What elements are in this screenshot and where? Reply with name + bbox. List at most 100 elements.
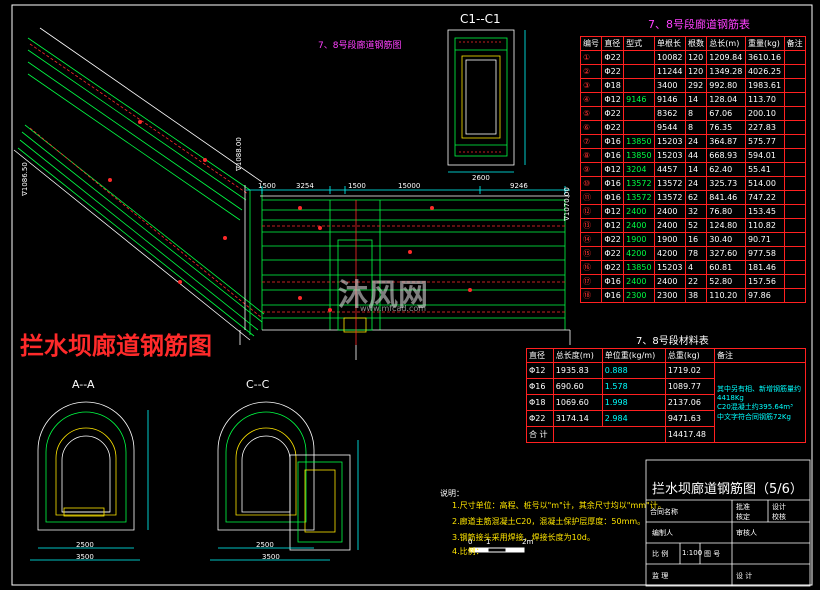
rebar-cell: Φ22 [601, 246, 625, 261]
material-table: 直径 总长度(m) 单位重(kg/m) 总重(kg) 备注 Φ12 1935.83 0.88… [526, 348, 806, 443]
rebar-cell: 594.01 [744, 148, 785, 163]
rebar-row: ⑰ Φ16 2400 2400 22 52.80 157.56 [579, 274, 807, 289]
rebar-cell: 13572 [654, 190, 686, 205]
rebar-cell: 38 [684, 288, 708, 303]
scale-mark-2: 2m [522, 538, 534, 546]
material-cell: 690.60 [552, 378, 603, 395]
rebar-cell: 3610.16 [744, 50, 785, 65]
rebar-cell: 3204 [623, 162, 656, 177]
rebar-cell: 13572 [623, 176, 656, 191]
tb-author: 编制人 [652, 529, 673, 537]
elev-left: ∇1086.50 [20, 162, 29, 196]
material-remark-line: 中文字符合同钢筋72Kg [717, 412, 791, 421]
rebar-cell: 2400 [623, 204, 656, 219]
rebar-cell: 4457 [654, 162, 686, 177]
material-cell: 1719.02 [664, 362, 716, 379]
rebar-cell: 841.46 [706, 190, 746, 205]
rebar-remark-cell [783, 50, 807, 65]
rebar-cell: ⑬ [579, 218, 603, 233]
c-inner-dim: 2500 [256, 541, 274, 549]
rebar-cell: 292 [684, 78, 708, 93]
dim-2: 3254 [296, 182, 314, 190]
rebar-cell: 2400 [623, 218, 656, 233]
rebar-row: ② Φ22 11244 120 1349.28 4026.25 [579, 64, 807, 79]
rebar-row: ⑩ Φ16 13572 13572 24 325.73 514.00 [579, 176, 807, 191]
rebar-cell: 181.46 [744, 260, 785, 275]
rebar-cell: 327.60 [706, 246, 746, 261]
material-cell: 0.888 [601, 362, 666, 379]
rebar-cell: ① [579, 50, 603, 65]
rebar-cell: ④ [579, 92, 603, 107]
rebar-cell [623, 50, 656, 65]
rebar-cell [623, 106, 656, 121]
rebar-cell: ⑯ [579, 260, 603, 275]
rebar-cell: Φ22 [601, 106, 625, 121]
material-cell: 9471.63 [664, 410, 716, 427]
rebar-cell: 15203 [654, 134, 686, 149]
section-a [30, 401, 149, 561]
rebar-cell: 514.00 [744, 176, 785, 191]
rebar-cell: 78 [684, 246, 708, 261]
rebar-cell: 113.70 [744, 92, 785, 107]
material-header-cell: 单位重(kg/m) [601, 348, 666, 363]
rebar-cell: ⑤ [579, 106, 603, 121]
rebar-cell: Φ16 [601, 176, 625, 191]
tb-supervisor: 监 理 [652, 572, 669, 580]
material-cell: 3174.14 [552, 410, 603, 427]
rebar-cell: 62.40 [706, 162, 746, 177]
rebar-cell [623, 64, 656, 79]
material-cell: Φ12 [526, 362, 554, 379]
rebar-cell: 2300 [623, 288, 656, 303]
rebar-cell: ③ [579, 78, 603, 93]
rebar-cell: 22 [684, 274, 708, 289]
rebar-cell: Φ22 [601, 260, 625, 275]
rebar-cell: 55.41 [744, 162, 785, 177]
rebar-cell: 14 [684, 92, 708, 107]
material-cell: 1089.77 [664, 378, 716, 395]
rebar-cell: Φ16 [601, 190, 625, 205]
rebar-cell: 15203 [654, 148, 686, 163]
rebar-remark-cell [783, 190, 807, 205]
rebar-cell: 24 [684, 134, 708, 149]
rebar-cell [623, 120, 656, 135]
rebar-cell: 13850 [623, 134, 656, 149]
material-total-value: 14417.48 [664, 426, 716, 443]
scale-mark-1: 1 [486, 538, 491, 546]
rebar-remark-cell [783, 232, 807, 247]
material-cell: Φ18 [526, 394, 554, 411]
notes-title: 说明： [440, 489, 464, 498]
rebar-cell: 2400 [654, 204, 686, 219]
rebar-cell: 110.82 [744, 218, 785, 233]
rebar-remark-cell [783, 64, 807, 79]
rebar-cell: Φ12 [601, 218, 625, 233]
section-a-title: A--A [72, 378, 95, 391]
section-c1 [447, 29, 526, 173]
rebar-cell: 3400 [654, 78, 686, 93]
material-cell: 1935.83 [552, 362, 603, 379]
rebar-cell: 157.56 [744, 274, 785, 289]
rebar-row: ① Φ22 10082 120 1209.84 3610.16 [579, 50, 807, 65]
rebar-cell: 1900 [654, 232, 686, 247]
rebar-cell: 200.10 [744, 106, 785, 121]
rebar-row: ⑬ Φ12 2400 2400 52 124.80 110.82 [579, 218, 807, 233]
rebar-cell: 153.45 [744, 204, 785, 219]
rebar-remark-cell [783, 218, 807, 233]
watermark-url: www.mfcad.com [360, 304, 427, 313]
rebar-cell: 977.58 [744, 246, 785, 261]
rebar-cell: ② [579, 64, 603, 79]
rebar-cell: 13572 [623, 190, 656, 205]
tb-approve: 批准 [736, 503, 750, 511]
rebar-cell: Φ12 [601, 92, 625, 107]
scale-mark-0: 0 [468, 538, 473, 546]
material-header-cell: 备注 [714, 348, 806, 363]
rebar-cell: 1209.84 [706, 50, 746, 65]
material-remark-line: C20混凝土约395.64m³ [717, 402, 793, 411]
rebar-cell: 76.35 [706, 120, 746, 135]
tb-reviewer: 审核人 [736, 529, 757, 537]
rebar-row: ⑦ Φ16 13850 15203 24 364.87 575.77 [579, 134, 807, 149]
rebar-cell: 16 [684, 232, 708, 247]
dim-4: 15000 [398, 182, 421, 190]
section-c [210, 401, 359, 561]
rebar-cell: 8 [684, 106, 708, 121]
rebar-cell: ⑦ [579, 134, 603, 149]
